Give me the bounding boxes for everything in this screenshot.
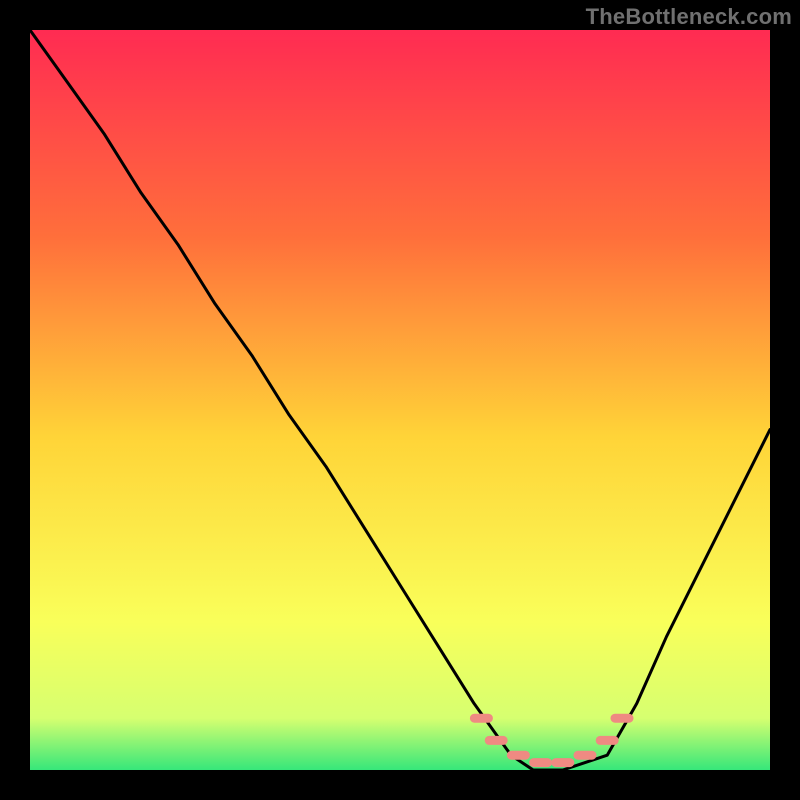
bottleneck-chart	[30, 30, 770, 770]
plot-area	[30, 30, 770, 770]
gradient-background	[30, 30, 770, 770]
attribution-label: TheBottleneck.com	[586, 4, 792, 30]
chart-frame: TheBottleneck.com	[0, 0, 800, 800]
